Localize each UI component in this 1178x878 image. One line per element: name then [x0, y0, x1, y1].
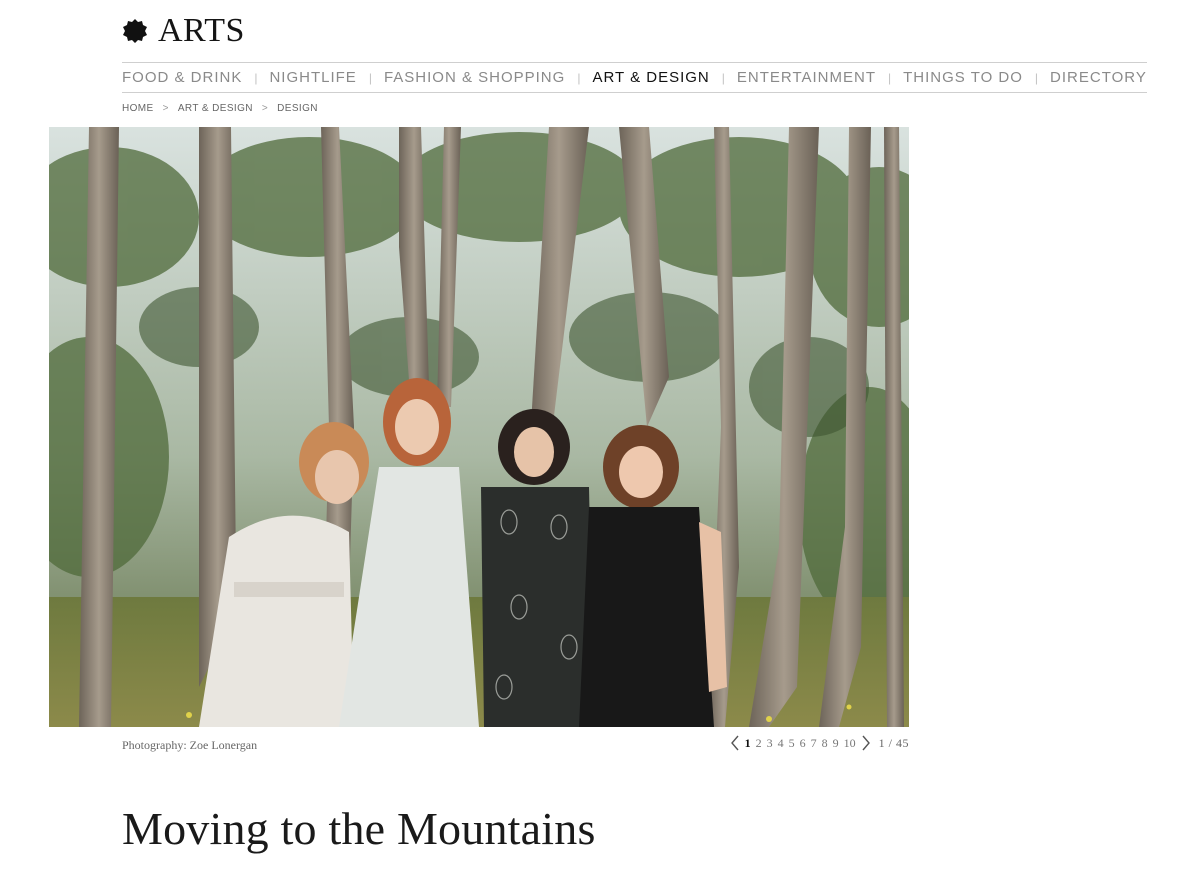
pager-page-1[interactable]: 1 [745, 736, 751, 751]
breadcrumb-design[interactable]: DESIGN [277, 103, 318, 114]
nav-item-fashion-shopping[interactable]: FASHION & SHOPPING [384, 69, 565, 86]
chevron-right-icon[interactable] [861, 735, 871, 751]
pager-page-5[interactable]: 5 [789, 736, 795, 751]
nav-item-entertainment[interactable]: ENTERTAINMENT [737, 69, 876, 86]
nav-item-food-drink[interactable]: FOOD & DRINK [122, 69, 242, 86]
pager-count: 1 / 45 [878, 735, 909, 750]
nav-item-directory[interactable]: DIRECTORY [1050, 69, 1147, 86]
nav-divider: | [254, 70, 258, 85]
breadcrumb: HOME > ART & DESIGN > DESIGN [122, 103, 318, 114]
pager-page-6[interactable]: 6 [800, 736, 806, 751]
nav-divider: | [721, 70, 725, 85]
gallery-photo[interactable] [49, 127, 909, 727]
nav-item-things-to-do[interactable]: THINGS TO DO [903, 69, 1023, 86]
pager-page-8[interactable]: 8 [822, 736, 828, 751]
section-logo[interactable]: ARTS [122, 12, 245, 50]
main-nav: FOOD & DRINK | NIGHTLIFE | FASHION & SHO… [122, 62, 1147, 93]
article-title: Moving to the Mountains [122, 803, 596, 854]
nav-item-art-design[interactable]: ART & DESIGN [592, 69, 709, 86]
chevron-left-icon[interactable] [730, 735, 740, 751]
photo-credit: Photography: Zoe Lonergan [122, 738, 258, 752]
pager-page-9[interactable]: 9 [833, 736, 839, 751]
gallery-pager: 1 2 3 4 5 6 7 8 9 10 1 / 45 [730, 735, 909, 751]
blot-logo-icon [123, 19, 147, 43]
pager-page-4[interactable]: 4 [778, 736, 784, 751]
breadcrumb-separator: > [261, 103, 269, 114]
pager-page-7[interactable]: 7 [811, 736, 817, 751]
breadcrumb-art-design[interactable]: ART & DESIGN [178, 103, 253, 114]
breadcrumb-home[interactable]: HOME [122, 103, 154, 114]
nav-divider: | [368, 70, 372, 85]
pager-page-3[interactable]: 3 [767, 736, 773, 751]
pager-page-10[interactable]: 10 [844, 736, 856, 751]
section-title: ARTS [158, 12, 245, 49]
nav-divider: | [888, 70, 892, 85]
nav-divider: | [577, 70, 581, 85]
nav-divider: | [1034, 70, 1039, 85]
breadcrumb-separator: > [162, 103, 169, 114]
pager-page-2[interactable]: 2 [756, 736, 762, 751]
nav-item-nightlife[interactable]: NIGHTLIFE [269, 69, 356, 86]
